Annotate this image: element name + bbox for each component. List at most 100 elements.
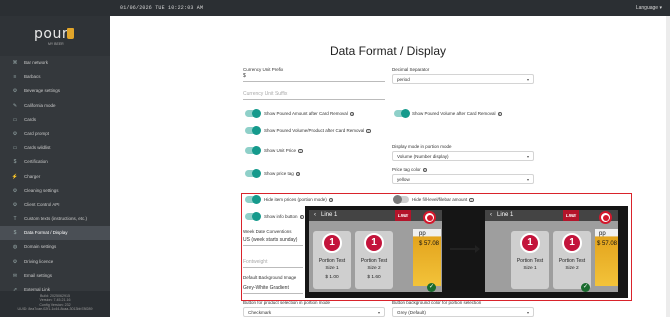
sidebar-item[interactable]: ⚙ Cleaning settings [0,184,110,198]
sidebar-item[interactable]: ✉ Email settings [0,269,110,283]
gear-icon: ⚙ [12,130,18,137]
portion-bg-color-select[interactable]: Grey (Default) ▾ [392,307,534,317]
tile-name: Portion Test [558,258,586,264]
sidebar-item-label: California mode [24,102,56,108]
sidebar-item-label: Barbacs [24,74,41,80]
info-icon[interactable]: i [422,167,428,173]
toggle-label: Show Poured Volume/Product after Card Re… [264,128,371,134]
chevron-down-icon: ▾ [526,77,529,82]
line-number-badge: 1 [562,233,582,253]
chevron-down-icon: ▾ [526,310,529,315]
sidebar-item[interactable]: ⚙ Driving licence [0,255,110,269]
gear-icon: ⚙ [12,258,18,265]
plug-icon: ⚡ [11,173,19,180]
decimal-separator-value: period [397,77,410,82]
sidebar-item[interactable]: ✎ California mode [0,99,110,113]
sidebar-item[interactable]: ⚙ Beverage settings [0,84,110,98]
power-button-icon[interactable] [599,211,612,224]
sidebar-item-label: Email settings [24,272,53,278]
sidebar-item-label: Client Control API [24,201,60,207]
sidebar-item[interactable]: $ Certification [0,155,110,169]
top-bar: 01/06/2026 TUE 10:22:03 AM Language ▾ [0,0,670,16]
portion-bg-color-value: Grey (Default) [397,310,426,315]
line-title: Line 1 [321,212,338,218]
brand-tagline: MY BEER [48,42,64,46]
product-selection-button-select[interactable]: Checkmark ▾ [243,307,385,317]
decimal-separator-select[interactable]: period ▾ [392,74,534,84]
price-tag-color-select[interactable]: yellow ▾ [392,174,534,184]
currency-prefix-input[interactable]: $ [243,70,385,82]
pp-label: pp [419,231,426,237]
card-icon: ▭ [12,116,18,123]
sidebar-item[interactable]: ▭ Cards [0,113,110,127]
preview-header: ‹ Line 1 [485,210,618,221]
language-menu[interactable]: Language ▾ [636,5,662,11]
tile-price: $ 1.00 [325,275,339,280]
gear-icon: ⚙ [12,187,18,194]
sidebar-item-label: Card prompt [24,130,50,136]
sidebar-item[interactable]: T Custom texts (instructions, etc.) [0,212,110,226]
display-mode-select[interactable]: Volume (Number display) ▾ [392,151,534,161]
toggle-show-poured-volume[interactable] [394,109,410,118]
sidebar-item[interactable]: $ Data Format / Display [0,226,110,241]
beer-glass-image [413,229,441,286]
tile-price: $ 1.60 [367,275,381,280]
sidebar-nav: ⌘ Bar network ≡ Barbacs ⚙ Beverage settings ✎ C… [0,56,110,297]
wrench-icon: ✎ [12,102,18,109]
sidebar: pour MY BEER ⌘ Bar network ≡ Barbacs ⚙ Bevera… [0,16,110,317]
portion-tile[interactable]: 1 Portion Test Size 2 [553,231,591,289]
globe-icon: ◍ [12,244,18,251]
sidebar-item[interactable]: ◍ Domain settings [0,240,110,254]
sidebar-item[interactable]: ⌘ Bar network [0,56,110,70]
sidebar-item-label: Bar network [24,60,49,65]
preview-screen-after: ‹ Line 1 LINE 1 Portion Test Size 1 1 Por… [485,210,618,292]
network-icon: ⌘ [12,60,18,66]
toggle-label: Show Unit Price i [264,148,303,154]
portion-tile[interactable]: 1 Portion Test Size 2 $ 1.60 [355,231,393,289]
info-icon[interactable]: i [349,111,355,117]
info-icon[interactable]: i [295,171,301,177]
brand-name: pour [34,26,69,42]
currency-suffix-input[interactable]: Currency Unit Suffix [243,88,385,100]
info-icon[interactable]: i [497,111,503,117]
line-number-badge: 1 [520,233,540,253]
toggle-label: Show Poured Volume after Card Removal i [412,111,503,117]
text-icon: T [13,216,17,223]
portion-tile[interactable]: 1 Portion Test Size 1 $ 1.00 [313,231,351,289]
sidebar-item-label: Driving licence [24,258,54,264]
portion-tile[interactable]: 1 Portion Test Size 1 [511,231,549,289]
toggle-show-unit-price[interactable] [245,146,261,155]
sidebar-item[interactable]: ≡ Barbacs [0,70,110,84]
dollar-icon: $ [13,230,17,237]
sidebar-item[interactable]: ⚡ Charger [0,170,110,184]
back-arrow-icon: ‹ [490,212,492,218]
toggle-label: Show price tag i [264,171,301,177]
sidebar-item[interactable]: ⚙ Card prompt [0,127,110,141]
beer-glass-image [595,229,618,286]
info-icon[interactable]: i [366,128,371,134]
preview-screen-before: ‹ Line 1 LINE 1 Portion Test Size 1 $ 1.0… [309,210,442,292]
tile-size: Size 2 [367,266,381,271]
toggle-show-price-tag[interactable] [245,169,261,178]
line-number-badge: 1 [364,233,384,253]
sidebar-item[interactable]: ⚙ Client Control API [0,198,110,212]
line-number-badge: 1 [322,233,342,253]
price-per-liter: $ 57.08 [597,241,618,247]
build-info: Build: 2025062915 Version: 7.45.21.16 Co… [0,291,110,317]
chevron-down-icon: ▾ [377,310,380,315]
chevron-down-icon: ▾ [526,177,529,182]
language-label: Language [635,5,659,11]
toggle-show-poured-amount[interactable] [245,109,261,118]
power-button-icon[interactable] [423,211,436,224]
product-selection-button-value: Checkmark [248,310,272,315]
sidebar-item-label: Cards wildlist [24,145,51,151]
display-mode-value: Volume (Number display) [397,154,449,159]
tile-name: Portion Test [516,258,544,264]
sidebar-item-label: Beverage settings [24,88,61,94]
toggle-show-poured-volume-product[interactable] [245,126,261,135]
line-logo: LINE [395,210,411,221]
info-icon[interactable]: i [298,148,303,154]
line-title: Line 1 [497,212,514,218]
back-arrow-icon: ‹ [314,212,316,218]
sidebar-item[interactable]: ▭ Cards wildlist [0,141,110,155]
